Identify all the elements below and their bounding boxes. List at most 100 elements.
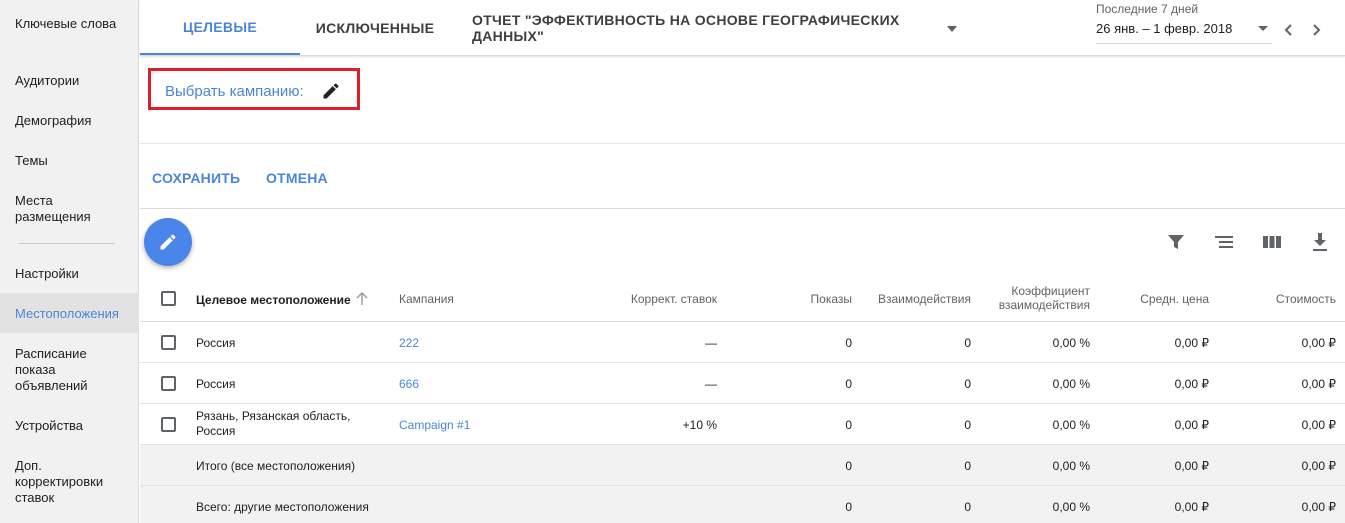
cell-interactions: 0 [964, 336, 971, 350]
tab-geographic-report[interactable]: ОТЧЕТ "ЭФФЕКТИВНОСТЬ НА ОСНОВЕ ГЕОГРАФИЧ… [466, 0, 936, 55]
sidebar-item-topics[interactable]: Темы [0, 153, 139, 169]
edit-fab-button[interactable] [144, 218, 192, 266]
table-row: Россия 666 — 0 0 0,00 % 0,00 ₽ 0,00 ₽ [140, 363, 1345, 404]
sidebar-item-settings[interactable]: Настройки [0, 266, 139, 282]
column-header-cost[interactable]: Стоимость [1209, 292, 1336, 306]
prev-period-button[interactable] [1277, 18, 1301, 42]
cell-cost: 0,00 ₽ [1301, 377, 1336, 391]
sidebar-divider [19, 243, 115, 244]
cell-avg-cost: 0,00 ₽ [1174, 459, 1209, 473]
cell-interactions: 0 [964, 500, 971, 514]
cell-interaction-rate: 0,00 % [1052, 459, 1090, 473]
cell-campaign-link[interactable]: 666 [399, 377, 419, 392]
date-range-value: 26 янв. – 1 февр. 2018 [1096, 21, 1233, 36]
table-row: Россия 222 — 0 0 0,00 % 0,00 ₽ 0,00 ₽ [140, 322, 1345, 363]
sidebar-item-devices[interactable]: Устройства [0, 418, 139, 434]
cell-cost: 0,00 ₽ [1301, 500, 1336, 514]
column-header-interaction-rate-line2: взаимодействия [998, 298, 1090, 312]
cell-interaction-rate: 0,00 % [1052, 500, 1090, 514]
row-checkbox[interactable] [161, 335, 176, 350]
main-content: ЦЕЛЕВЫЕ ИСКЛЮЧЕННЫЕ ОТЧЕТ "ЭФФЕКТИВНОСТЬ… [140, 0, 1345, 523]
cell-total-label: Итого (все местоположения) [196, 459, 356, 473]
chevron-left-icon [1284, 24, 1292, 36]
cell-impressions: 0 [845, 377, 852, 391]
column-header-location[interactable]: Целевое местоположение [196, 293, 351, 307]
sidebar-item-demographics[interactable]: Демография [0, 113, 139, 129]
sidebar-item-audiences[interactable]: Аудитории [0, 73, 139, 89]
divider [140, 208, 1345, 209]
segment-icon [1215, 236, 1233, 248]
column-header-interactions[interactable]: Взаимодействия [852, 292, 971, 306]
cell-bid-adjustment: +10 % [682, 418, 717, 432]
select-campaign-link[interactable]: Выбрать кампанию: [165, 83, 304, 100]
cell-avg-cost: 0,00 ₽ [1174, 377, 1209, 391]
filter-button[interactable] [1164, 230, 1188, 254]
cell-location: Россия [196, 377, 236, 391]
cell-total-label: Всего: другие местоположения [196, 500, 369, 514]
select-all-checkbox[interactable] [161, 291, 176, 306]
sidebar-item-locations[interactable]: Местоположения [0, 293, 139, 333]
pencil-icon [160, 234, 176, 250]
download-button[interactable] [1308, 230, 1332, 254]
cell-interaction-rate: 0,00 % [1052, 377, 1090, 391]
segment-button[interactable] [1212, 230, 1236, 254]
sidebar-item-ad-schedule[interactable]: Расписание показа объявлений [0, 346, 139, 394]
caret-down-icon[interactable] [946, 23, 958, 35]
filter-icon [1168, 235, 1184, 249]
cell-interaction-rate: 0,00 % [1052, 336, 1090, 350]
cell-impressions: 0 [845, 418, 852, 432]
column-header-interaction-rate-line1: Коэффициент [1011, 284, 1090, 298]
cancel-button[interactable]: ОТМЕНА [266, 170, 328, 186]
column-header-bid-adjustment[interactable]: Коррект. ставок [580, 292, 717, 306]
cell-bid-adjustment: — [705, 336, 717, 350]
cell-bid-adjustment: — [705, 377, 717, 391]
cell-avg-cost: 0,00 ₽ [1174, 418, 1209, 432]
cell-interactions: 0 [964, 418, 971, 432]
divider [140, 143, 1345, 144]
download-icon [1313, 233, 1327, 251]
totals-row: Итого (все местоположения) 0 0 0,00 % 0,… [140, 445, 1345, 486]
column-header-avg-cost[interactable]: Средн. цена [1090, 292, 1209, 306]
column-header-impressions[interactable]: Показы [752, 292, 852, 306]
tabs-bar: ЦЕЛЕВЫЕ ИСКЛЮЧЕННЫЕ ОТЧЕТ "ЭФФЕКТИВНОСТЬ… [140, 0, 1345, 56]
cell-cost: 0,00 ₽ [1301, 336, 1336, 350]
table-header: Целевое местоположение Кампания Коррект.… [140, 280, 1345, 322]
column-header-campaign[interactable]: Кампания [399, 292, 454, 306]
cell-location: Рязань, Рязанская область, Россия [196, 409, 351, 438]
date-range-select[interactable]: 26 янв. – 1 февр. 2018 [1096, 16, 1272, 44]
date-range-label: Последние 7 дней [1096, 2, 1199, 16]
row-checkbox[interactable] [161, 417, 176, 432]
cell-location: Россия [196, 336, 236, 350]
cell-impressions: 0 [845, 336, 852, 350]
cell-avg-cost: 0,00 ₽ [1174, 336, 1209, 350]
campaign-selector-highlight: Выбрать кампанию: [148, 68, 360, 110]
sidebar-item-advanced-bid-adjustments[interactable]: Доп. корректировки ставок [0, 458, 139, 506]
cell-interactions: 0 [964, 459, 971, 473]
sidebar: Ключевые слова Аудитории Демография Темы… [0, 0, 139, 523]
cell-cost: 0,00 ₽ [1301, 418, 1336, 432]
save-button[interactable]: СОХРАНИТЬ [152, 170, 240, 186]
caret-down-icon [1258, 26, 1268, 31]
cell-avg-cost: 0,00 ₽ [1174, 500, 1209, 514]
row-checkbox[interactable] [161, 376, 176, 391]
columns-icon [1263, 236, 1281, 248]
sidebar-item-placements[interactable]: Места размещения [0, 193, 139, 225]
cell-interactions: 0 [964, 377, 971, 391]
tab-excluded[interactable]: ИСКЛЮЧЕННЫЕ [310, 0, 440, 55]
column-header-interaction-rate[interactable]: Коэффициент взаимодействия [970, 284, 1090, 312]
totals-row: Всего: другие местоположения 0 0 0,00 % … [140, 486, 1345, 523]
chevron-right-icon [1313, 24, 1321, 36]
next-period-button[interactable] [1304, 18, 1328, 42]
cell-campaign-link[interactable]: 222 [399, 336, 419, 351]
pencil-icon[interactable] [321, 81, 341, 101]
tab-targeted[interactable]: ЦЕЛЕВЫЕ [140, 0, 300, 55]
cell-impressions: 0 [845, 459, 852, 473]
sort-arrow-up-icon[interactable] [356, 292, 368, 306]
cell-cost: 0,00 ₽ [1301, 459, 1336, 473]
cell-impressions: 0 [845, 500, 852, 514]
cell-campaign-link[interactable]: Campaign #1 [399, 418, 470, 433]
table-row: Рязань, Рязанская область, Россия Campai… [140, 404, 1345, 445]
sidebar-item-keywords[interactable]: Ключевые слова [0, 16, 139, 32]
cell-interaction-rate: 0,00 % [1052, 418, 1090, 432]
columns-button[interactable] [1260, 230, 1284, 254]
